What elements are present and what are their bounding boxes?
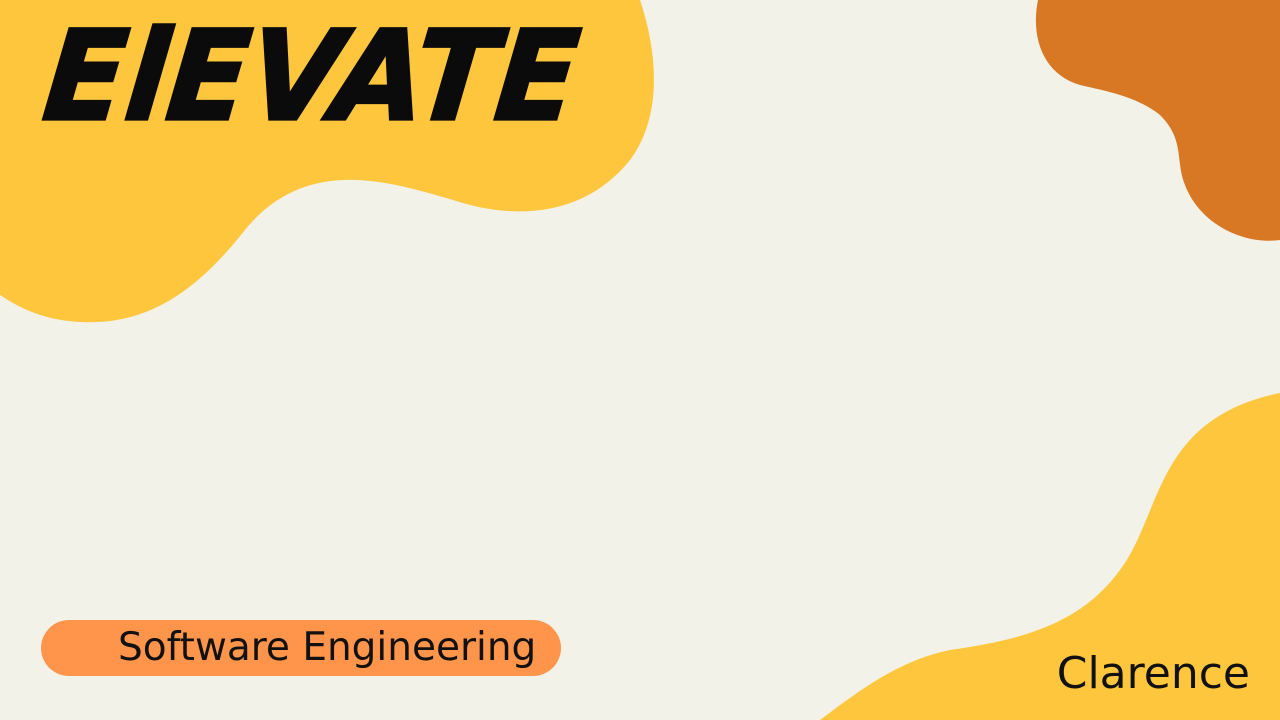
author-name: Clarence: [1056, 648, 1250, 699]
subtitle-text: Software Engineering: [118, 625, 537, 670]
subtitle-pill: Software Engineering: [41, 620, 561, 676]
top-right-orange-blob: [1035, 0, 1280, 241]
title-slide: ElEVATE Software Engineering Clarence: [0, 0, 1280, 720]
slide-title: ElEVATE: [36, 2, 587, 150]
